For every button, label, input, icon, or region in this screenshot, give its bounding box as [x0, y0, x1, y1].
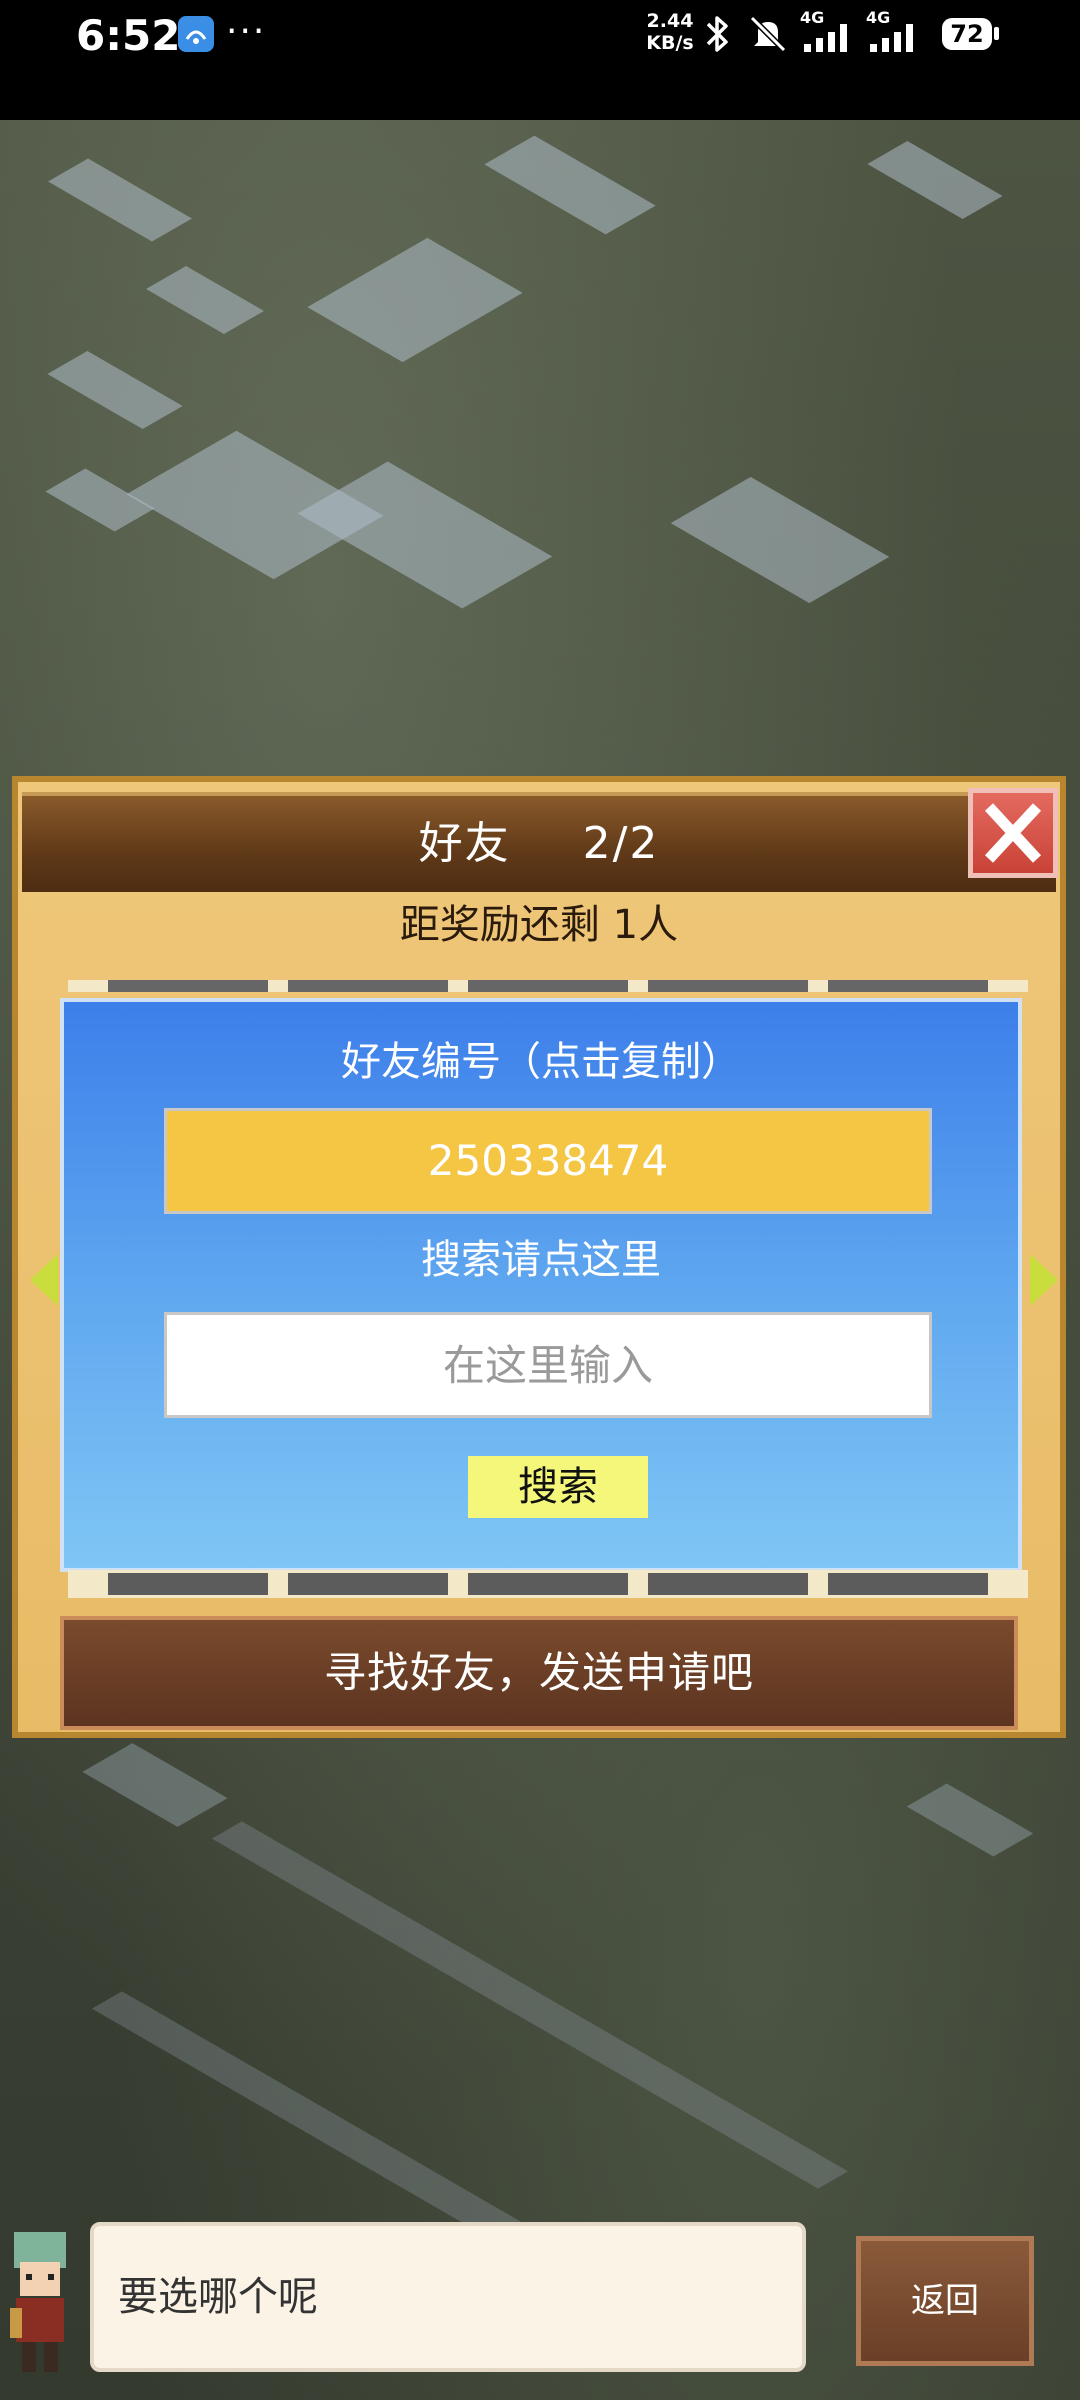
find-friends-banner[interactable]: 寻找好友，发送申请吧	[60, 1616, 1018, 1730]
map-tile	[307, 237, 523, 363]
friend-search-panel: 好友编号（点击复制） 250338474 搜索请点这里 搜索	[60, 998, 1022, 1572]
bluetooth-icon	[706, 16, 728, 52]
map-tile	[45, 468, 155, 532]
reward-progress-text: 距奖励还剩 1人	[399, 902, 679, 948]
page-indicator-top	[68, 980, 1028, 992]
page-tab	[468, 1573, 628, 1595]
friend-search-input[interactable]	[164, 1312, 932, 1418]
dialog-header: 好友 2/2	[22, 792, 1056, 892]
close-icon	[984, 803, 1042, 863]
signal-icon-2	[870, 24, 913, 52]
page-indicator-bottom	[68, 1570, 1028, 1598]
friend-id-label: 好友编号（点击复制）	[341, 1039, 741, 1085]
status-time: 6:52	[76, 11, 181, 60]
app-icon	[178, 16, 214, 52]
signal-icon	[804, 24, 847, 52]
more-notifications: ···	[226, 11, 267, 52]
map-tile	[484, 135, 656, 235]
friend-dialog: 好友 2/2 距奖励还剩 1人 好友编号（点击复制） 250338474 搜索请…	[12, 776, 1066, 1738]
search-button[interactable]: 搜索	[468, 1456, 648, 1518]
map-tile	[670, 476, 890, 604]
dialogue-box: 要选哪个呢	[90, 2222, 806, 2372]
page-tab	[108, 980, 268, 992]
map-tile	[82, 1743, 228, 1827]
battery-tip	[994, 27, 999, 40]
dialog-title-label: 好友	[418, 818, 511, 869]
page-tab	[828, 1573, 988, 1595]
map-tile	[146, 265, 264, 335]
map-tile	[47, 350, 183, 430]
dialog-title-count: 2/2	[582, 818, 660, 869]
arrow-right-icon[interactable]	[1030, 1254, 1058, 1306]
map-tile	[48, 158, 192, 242]
net-speed-unit: KB/s	[646, 32, 694, 54]
search-label: 搜索请点这里	[421, 1237, 661, 1283]
net-speed: 2.44 KB/s	[640, 10, 700, 54]
close-button[interactable]	[968, 788, 1058, 878]
status-bar: 6:52 ··· 2.44 KB/s 4G 4G 72	[0, 0, 1080, 120]
page-tab	[648, 980, 808, 992]
page-tab	[468, 980, 628, 992]
map-tile	[867, 140, 1003, 220]
page-tab	[828, 980, 988, 992]
arrow-left-icon[interactable]	[30, 1254, 58, 1306]
page-tab	[108, 1573, 268, 1595]
battery-icon: 72	[942, 18, 992, 50]
page-tab	[648, 1573, 808, 1595]
back-button[interactable]: 返回	[856, 2236, 1034, 2366]
page-tab	[288, 1573, 448, 1595]
character-avatar	[10, 2232, 66, 2372]
page-tab	[288, 980, 448, 992]
dialog-title: 好友 2/2	[22, 796, 1056, 892]
map-tile	[906, 1783, 1034, 1857]
net-speed-value: 2.44	[646, 10, 694, 32]
mute-icon	[749, 15, 787, 53]
map-tile	[297, 461, 553, 609]
friend-id-copy-field[interactable]: 250338474	[164, 1108, 932, 1214]
